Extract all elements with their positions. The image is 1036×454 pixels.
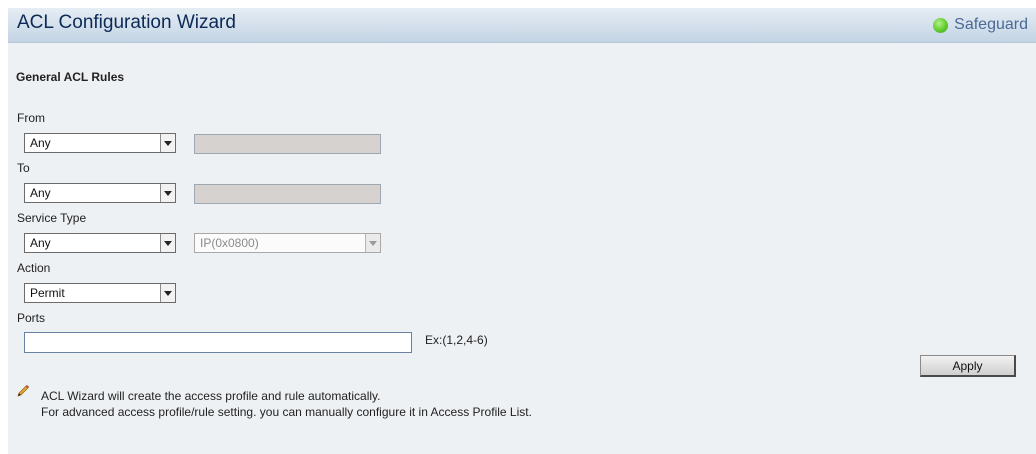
service-type-select-value: Any bbox=[30, 236, 51, 250]
apply-button[interactable]: Apply bbox=[920, 355, 1016, 377]
to-address-input bbox=[194, 184, 381, 204]
service-type-label: Service Type bbox=[17, 211, 87, 225]
title-bar: ACL Configuration Wizard Safeguard bbox=[8, 8, 1036, 43]
section-title: General ACL Rules bbox=[16, 70, 125, 84]
pencil-icon bbox=[17, 385, 29, 397]
content-frame: ACL Configuration Wizard Safeguard bbox=[8, 8, 1036, 454]
safeguard-label: Safeguard bbox=[954, 16, 1028, 33]
to-label: To bbox=[17, 161, 30, 175]
ports-label: Ports bbox=[17, 311, 46, 325]
chevron-down-icon[interactable] bbox=[160, 134, 176, 152]
from-select[interactable]: Any bbox=[24, 133, 176, 153]
chevron-down-icon bbox=[365, 234, 381, 252]
chevron-down-icon[interactable] bbox=[160, 184, 176, 202]
action-label: Action bbox=[17, 261, 51, 275]
ethertype-select: IP(0x0800) bbox=[194, 233, 381, 253]
from-select-value: Any bbox=[30, 136, 51, 150]
chevron-down-icon[interactable] bbox=[160, 284, 176, 302]
page-title: ACL Configuration Wizard bbox=[17, 12, 236, 33]
ports-input[interactable] bbox=[24, 332, 412, 353]
chevron-down-icon[interactable] bbox=[160, 234, 176, 252]
safeguard-badge: Safeguard bbox=[933, 14, 1028, 36]
ethertype-select-value: IP(0x0800) bbox=[200, 236, 259, 250]
note-line-2: For advanced access profile/rule setting… bbox=[41, 405, 532, 419]
from-label: From bbox=[17, 111, 45, 125]
note-line-1: ACL Wizard will create the access profil… bbox=[41, 389, 381, 403]
service-type-select[interactable]: Any bbox=[24, 233, 176, 253]
to-select[interactable]: Any bbox=[24, 183, 176, 203]
to-select-value: Any bbox=[30, 186, 51, 200]
status-led-icon bbox=[933, 17, 949, 33]
from-address-input bbox=[194, 134, 381, 154]
action-select-value: Permit bbox=[30, 286, 65, 300]
action-select[interactable]: Permit bbox=[24, 283, 176, 303]
ports-hint: Ex:(1,2,4-6) bbox=[425, 333, 488, 347]
